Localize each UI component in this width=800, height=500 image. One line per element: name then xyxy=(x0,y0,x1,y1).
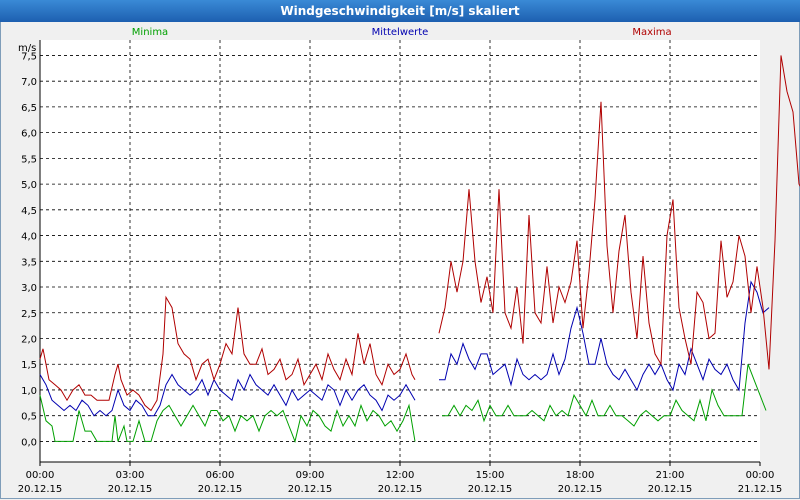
y-tick-label: 0,5 xyxy=(21,412,37,423)
x-tick-time: 06:00 xyxy=(206,470,235,481)
y-tick-label: 6,5 xyxy=(21,103,37,114)
x-tick-date: 20.12.15 xyxy=(648,484,693,495)
y-axis-label: m/s xyxy=(18,43,36,54)
grid-lines xyxy=(39,40,760,463)
x-tick-time: 09:00 xyxy=(296,470,325,481)
x-tick-time: 00:00 xyxy=(26,470,55,481)
y-tick-label: 6,0 xyxy=(21,129,37,140)
x-tick-time: 03:00 xyxy=(116,470,145,481)
y-tick-label: 4,0 xyxy=(21,232,37,243)
y-tick-label: 4,5 xyxy=(21,206,37,217)
y-tick-label: 1,5 xyxy=(21,360,37,371)
y-tick-label: 5,5 xyxy=(21,154,37,165)
y-tick-label: 2,5 xyxy=(21,309,37,320)
x-tick-date: 20.12.15 xyxy=(558,484,603,495)
x-tick-date: 20.12.15 xyxy=(378,484,423,495)
x-tick-date: 20.12.15 xyxy=(288,484,333,495)
x-tick-time: 00:00 xyxy=(746,470,775,481)
x-tick-date: 20.12.15 xyxy=(468,484,513,495)
x-tick-time: 21:00 xyxy=(656,470,685,481)
y-tick-label: 1,0 xyxy=(21,386,37,397)
x-tick-date: 21.12.15 xyxy=(738,484,783,495)
y-tick-label: 0,0 xyxy=(21,437,37,448)
x-tick-time: 18:00 xyxy=(566,470,595,481)
y-tick-label: 3,0 xyxy=(21,283,37,294)
wind-speed-chart: 0,0 0,5 1,0 1,5 2,0 2,5 3,0 3,5 4,0 4,5 5,0 5,5 6,0 6… xyxy=(18,27,800,495)
legend: Minima Mittelwerte Maxima xyxy=(132,27,672,38)
x-tick-time: 12:00 xyxy=(386,470,415,481)
legend-mittelwerte: Mittelwerte xyxy=(372,27,429,38)
x-tick-date: 20.12.15 xyxy=(108,484,153,495)
y-tick-label: 5,0 xyxy=(21,180,37,191)
y-tick-label: 2,0 xyxy=(21,334,37,345)
legend-maxima: Maxima xyxy=(632,27,671,38)
x-tick-time: 15:00 xyxy=(476,470,505,481)
legend-minima: Minima xyxy=(132,27,168,38)
x-tick-date: 20.12.15 xyxy=(198,484,243,495)
y-tick-label: 3,5 xyxy=(21,257,37,268)
y-tick-label: 7,0 xyxy=(21,77,37,88)
x-tick-date: 20.12.15 xyxy=(18,484,63,495)
